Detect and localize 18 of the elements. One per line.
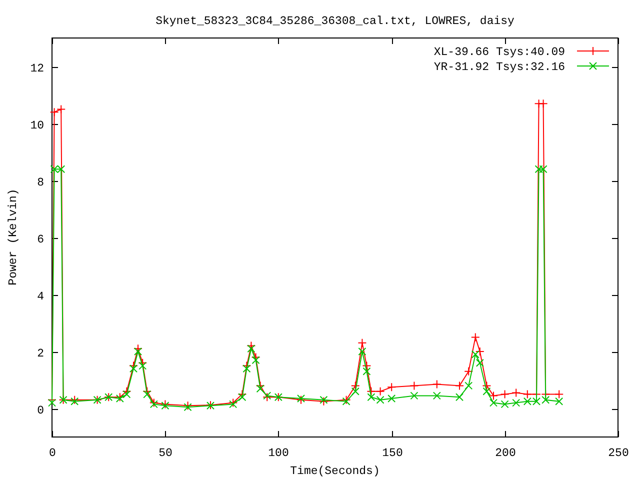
legend-label: YR-31.92 Tsys:32.16 <box>434 61 565 74</box>
legend-label: XL-39.66 Tsys:40.09 <box>434 46 565 59</box>
axis-label: Time(Seconds) <box>290 465 380 478</box>
tick-label: 50 <box>158 447 172 460</box>
tick-label: 10 <box>30 120 44 132</box>
tick-label: 8 <box>37 176 44 190</box>
tick-label: 2 <box>37 348 44 360</box>
tick-label: 0 <box>49 447 56 460</box>
chart-title: Skynet_58323_3C84_35286_36308_cal.txt, LOWRES, daisy <box>156 15 514 28</box>
tick-label: 12 <box>30 62 44 76</box>
tick-label: 200 <box>495 447 516 460</box>
tick-label: 6 <box>37 234 44 246</box>
axis-label: Power (Kelvin) <box>7 188 20 286</box>
tick-label: 0 <box>37 404 44 418</box>
tick-label: 250 <box>608 447 629 460</box>
tick-label: 150 <box>382 447 403 460</box>
tick-label: 100 <box>268 447 289 460</box>
tick-label: 4 <box>37 290 44 304</box>
